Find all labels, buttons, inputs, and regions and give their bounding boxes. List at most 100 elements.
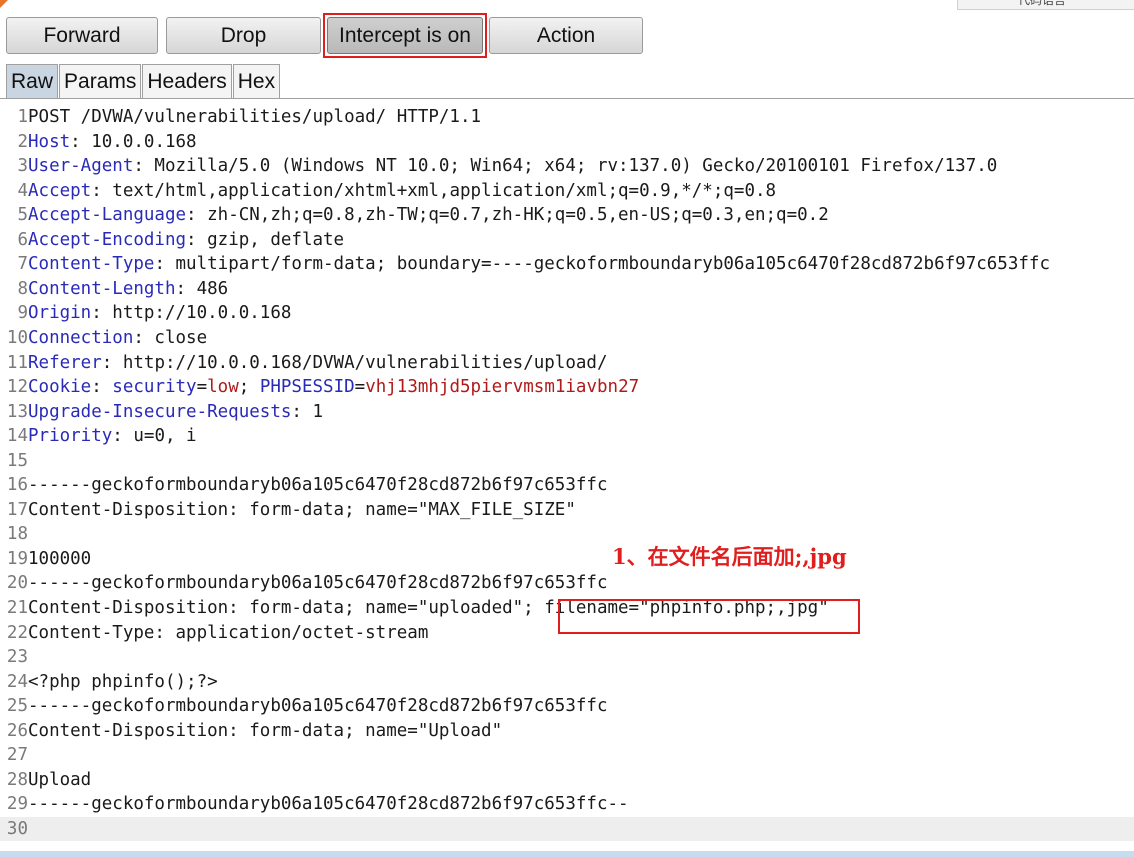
header-value: : gzip, deflate [186,229,345,250]
tab-hex[interactable]: Hex [232,64,281,98]
line-number: 27 [6,745,28,766]
request-line[interactable]: 4Accept: text/html,application/xhtml+xml… [0,179,1134,203]
header-key: Host [28,131,71,152]
header-key: Accept [28,180,92,201]
header-value: : close [133,327,208,348]
request-line[interactable]: 30 [0,816,1134,841]
request-line[interactable]: 2Host: 10.0.0.168 [0,130,1134,154]
request-editor[interactable]: 1POST /DVWA/vulnerabilities/upload/ HTTP… [0,98,1134,857]
header-value: : 486 [175,278,229,299]
request-line[interactable]: 28Upload [0,768,1134,792]
request-line[interactable]: 1POST /DVWA/vulnerabilities/upload/ HTTP… [0,105,1134,129]
request-line[interactable]: 25------geckoformboundaryb06a105c6470f28… [0,694,1134,718]
cookie-name: PHPSESSID [259,377,355,398]
cookie-value: low [207,377,239,398]
request-line[interactable]: 10Connection: close [0,326,1134,350]
drop-button[interactable]: Drop [166,17,321,54]
line-number: 20 [6,573,28,594]
forward-button[interactable]: Forward [6,17,158,54]
request-line[interactable]: 14Priority: u=0, i [0,424,1134,448]
request-line[interactable]: 16------geckoformboundaryb06a105c6470f28… [0,473,1134,497]
request-line[interactable]: 3User-Agent: Mozilla/5.0 (Windows NT 10.… [0,154,1134,178]
header-key: Upgrade-Insecure-Requests [28,401,292,422]
action-button[interactable]: Action [489,17,643,54]
line-number: 11 [6,352,28,373]
header-key: User-Agent [28,156,134,177]
request-line[interactable]: 7Content-Type: multipart/form-data; boun… [0,252,1134,276]
tab-params[interactable]: Params [59,64,142,98]
header-key: Origin [28,303,92,324]
line-number: 7 [17,254,28,275]
intercept-highlight-box [323,13,487,58]
cookie-value: vhj13mhjd5piervmsm1iavbn27 [365,377,640,398]
tab-raw[interactable]: Raw [6,64,59,98]
bottom-scroll-area [0,851,1134,857]
line-number: 8 [17,278,28,299]
line-number: 16 [6,475,28,496]
line-number: 4 [17,180,28,201]
line-number: 13 [6,401,28,422]
header-key: Referer [28,352,102,373]
line-text: ------geckoformboundaryb06a105c6470f28cd… [28,475,608,496]
line-text: Content-Disposition: form-data; name="MA… [28,499,576,520]
filename-highlight-box [558,599,860,634]
line-number: 25 [6,696,28,717]
line-text: Upload [28,769,92,790]
line-text: POST /DVWA/vulnerabilities/upload/ HTTP/… [28,107,482,127]
request-line[interactable]: 9Origin: http://10.0.0.168 [0,301,1134,325]
line-number: 12 [6,377,28,398]
request-line[interactable]: 18 [0,522,1134,546]
line-text: ------geckoformboundaryb06a105c6470f28cd… [28,696,608,717]
line-number: 3 [17,156,28,177]
request-line[interactable]: 17Content-Disposition: form-data; name="… [0,498,1134,522]
line-number: 2 [17,131,28,152]
line-number: 5 [17,205,28,226]
message-view-tabs: Raw Params Headers Hex [6,64,281,98]
line-number: 19 [6,548,28,569]
window-corner-accent [0,0,8,8]
line-number: 14 [6,426,28,447]
request-line[interactable]: 15 [0,449,1134,473]
request-line[interactable]: 11Referer: http://10.0.0.168/DVWA/vulner… [0,351,1134,375]
line-number: 28 [6,769,28,790]
request-line[interactable]: 8Content-Length: 486 [0,277,1134,301]
header-value: : Mozilla/5.0 (Windows NT 10.0; Win64; x… [133,156,998,177]
request-line[interactable]: 13Upgrade-Insecure-Requests: 1 [0,400,1134,424]
cookie-equals: = [196,377,208,398]
header-value: : u=0, i [112,426,197,447]
line-number: 1 [17,107,28,127]
line-number: 23 [6,647,28,668]
code-language-tab[interactable]: 代码语言 [957,0,1134,10]
header-value: : zh-CN,zh;q=0.8,zh-TW;q=0.7,zh-HK;q=0.5… [186,205,829,226]
line-number: 30 [6,818,28,839]
line-number: 17 [6,499,28,520]
header-value: : 1 [291,401,324,422]
line-text: Content-Disposition: form-data; name="Up… [28,720,503,741]
header-value: : multipart/form-data; boundary=----geck… [154,254,1050,275]
request-line[interactable]: 27 [0,743,1134,767]
request-line[interactable]: 24<?php phpinfo();?> [0,670,1134,694]
cookie-separator: : [91,377,113,398]
request-line[interactable]: 12Cookie: security=low; PHPSESSID=vhj13m… [0,375,1134,399]
annotation-text: 1、在文件名后面加;,jpg [612,544,847,569]
request-line[interactable]: 26Content-Disposition: form-data; name="… [0,719,1134,743]
request-line[interactable]: 6Accept-Encoding: gzip, deflate [0,228,1134,252]
cookie-equals: = [354,377,366,398]
request-line[interactable]: 23 [0,645,1134,669]
header-key: Priority [28,426,113,447]
request-line[interactable]: 20------geckoformboundaryb06a105c6470f28… [0,571,1134,595]
header-value: : 10.0.0.168 [70,131,197,152]
line-number: 6 [17,229,28,250]
line-text: ------geckoformboundaryb06a105c6470f28cd… [28,573,608,594]
line-number: 29 [6,794,28,815]
line-number: 21 [6,598,28,618]
tab-headers[interactable]: Headers [142,64,232,98]
line-number: 26 [6,720,28,741]
line-number: 9 [17,303,28,324]
request-line[interactable]: 29------geckoformboundaryb06a105c6470f28… [0,792,1134,816]
request-line[interactable]: 19100000 [0,547,1134,571]
header-key: Connection [28,327,134,348]
line-text: 100000 [28,548,92,569]
header-value: : http://10.0.0.168/DVWA/vulnerabilities… [101,352,608,373]
request-line[interactable]: 5Accept-Language: zh-CN,zh;q=0.8,zh-TW;q… [0,203,1134,227]
